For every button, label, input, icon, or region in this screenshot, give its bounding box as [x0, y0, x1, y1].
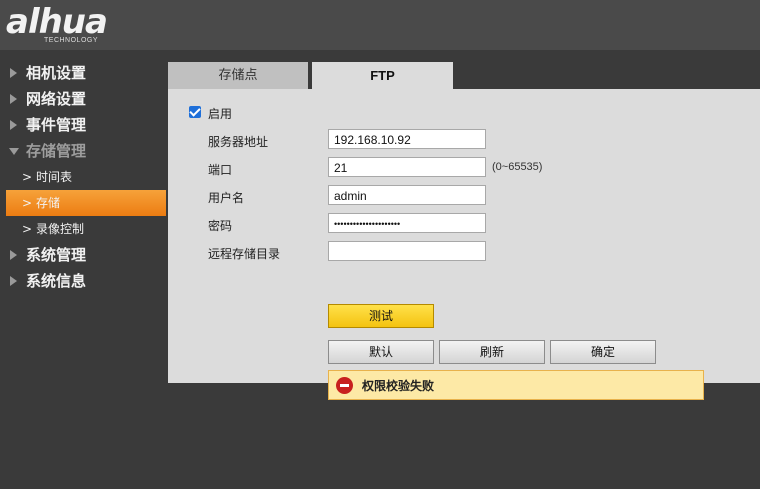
- sidebar-item-label: 网络设置: [26, 90, 87, 108]
- sidebar-item-event-management[interactable]: 事件管理: [0, 112, 166, 138]
- dahua-logo: alhua TECHNOLOGY: [6, 4, 156, 46]
- port-label: 端口: [208, 163, 233, 177]
- server-address-label: 服务器地址: [208, 135, 269, 149]
- server-address-input[interactable]: 192.168.10.92: [328, 129, 486, 149]
- tab-ftp[interactable]: FTP: [312, 62, 453, 89]
- test-button[interactable]: 测试: [328, 304, 434, 328]
- refresh-button[interactable]: 刷新: [439, 340, 545, 364]
- triangle-right-icon: [10, 250, 17, 260]
- sidebar-subitem-label: 存储: [36, 196, 61, 210]
- triangle-down-icon: [9, 148, 19, 155]
- password-input[interactable]: •••••••••••••••••••••: [328, 213, 486, 233]
- top-header: alhua TECHNOLOGY: [0, 0, 760, 50]
- default-button[interactable]: 默认: [328, 340, 434, 364]
- triangle-right-icon: [10, 276, 17, 286]
- error-minus-icon: [336, 377, 353, 394]
- sidebar-item-label: 事件管理: [26, 116, 87, 134]
- sidebar-item-storage-management[interactable]: 存储管理: [0, 138, 166, 164]
- triangle-right-icon: [10, 94, 17, 104]
- username-input[interactable]: admin: [328, 185, 486, 205]
- error-alert: 权限校验失败: [328, 370, 704, 400]
- main-content: 存储点 FTP 启用 服务器地址 192.168.10.92 端口 21 (0~…: [168, 62, 760, 400]
- sidebar-item-camera-settings[interactable]: 相机设置: [0, 60, 166, 86]
- alert-message: 权限校验失败: [362, 379, 435, 393]
- remote-dir-label: 远程存储目录: [208, 247, 281, 261]
- tab-storage-point[interactable]: 存储点: [168, 62, 308, 89]
- sidebar-subitem-schedule[interactable]: > 时间表: [0, 164, 166, 190]
- confirm-button[interactable]: 确定: [550, 340, 656, 364]
- sidebar-item-label: 系统管理: [26, 246, 87, 264]
- sidebar-subitem-label: 录像控制: [36, 222, 85, 236]
- logo-wordmark: alhua: [6, 2, 108, 42]
- enable-checkbox[interactable]: [189, 106, 201, 118]
- sidebar-subitem-label: 时间表: [36, 170, 73, 184]
- triangle-right-icon: [10, 120, 17, 130]
- port-range-hint: (0~65535): [492, 161, 543, 173]
- remote-dir-input[interactable]: [328, 241, 486, 261]
- sidebar: 相机设置 网络设置 事件管理 存储管理 > 时间表 > 存储 > 录像控制 系统管理 …: [0, 60, 166, 294]
- chevron-right-icon: >: [22, 170, 33, 184]
- logo-tagline: TECHNOLOGY: [44, 37, 99, 44]
- username-label: 用户名: [208, 191, 245, 205]
- triangle-right-icon: [10, 68, 17, 78]
- sidebar-item-system-info[interactable]: 系统信息: [0, 268, 166, 294]
- sidebar-subitem-record-control[interactable]: > 录像控制: [0, 216, 166, 242]
- ftp-settings-panel: 启用 服务器地址 192.168.10.92 端口 21 (0~65535) 用…: [168, 89, 760, 400]
- sidebar-item-network-settings[interactable]: 网络设置: [0, 86, 166, 112]
- chevron-right-icon: >: [22, 196, 33, 210]
- password-label: 密码: [208, 219, 233, 233]
- enable-label: 启用: [208, 107, 233, 121]
- sidebar-item-label: 存储管理: [26, 142, 87, 160]
- sidebar-item-label: 系统信息: [26, 272, 87, 290]
- chevron-right-icon: >: [22, 222, 33, 236]
- sidebar-item-system-management[interactable]: 系统管理: [0, 242, 166, 268]
- sidebar-subitem-storage[interactable]: > 存储: [6, 190, 166, 216]
- sidebar-item-label: 相机设置: [26, 64, 87, 82]
- port-input[interactable]: 21: [328, 157, 486, 177]
